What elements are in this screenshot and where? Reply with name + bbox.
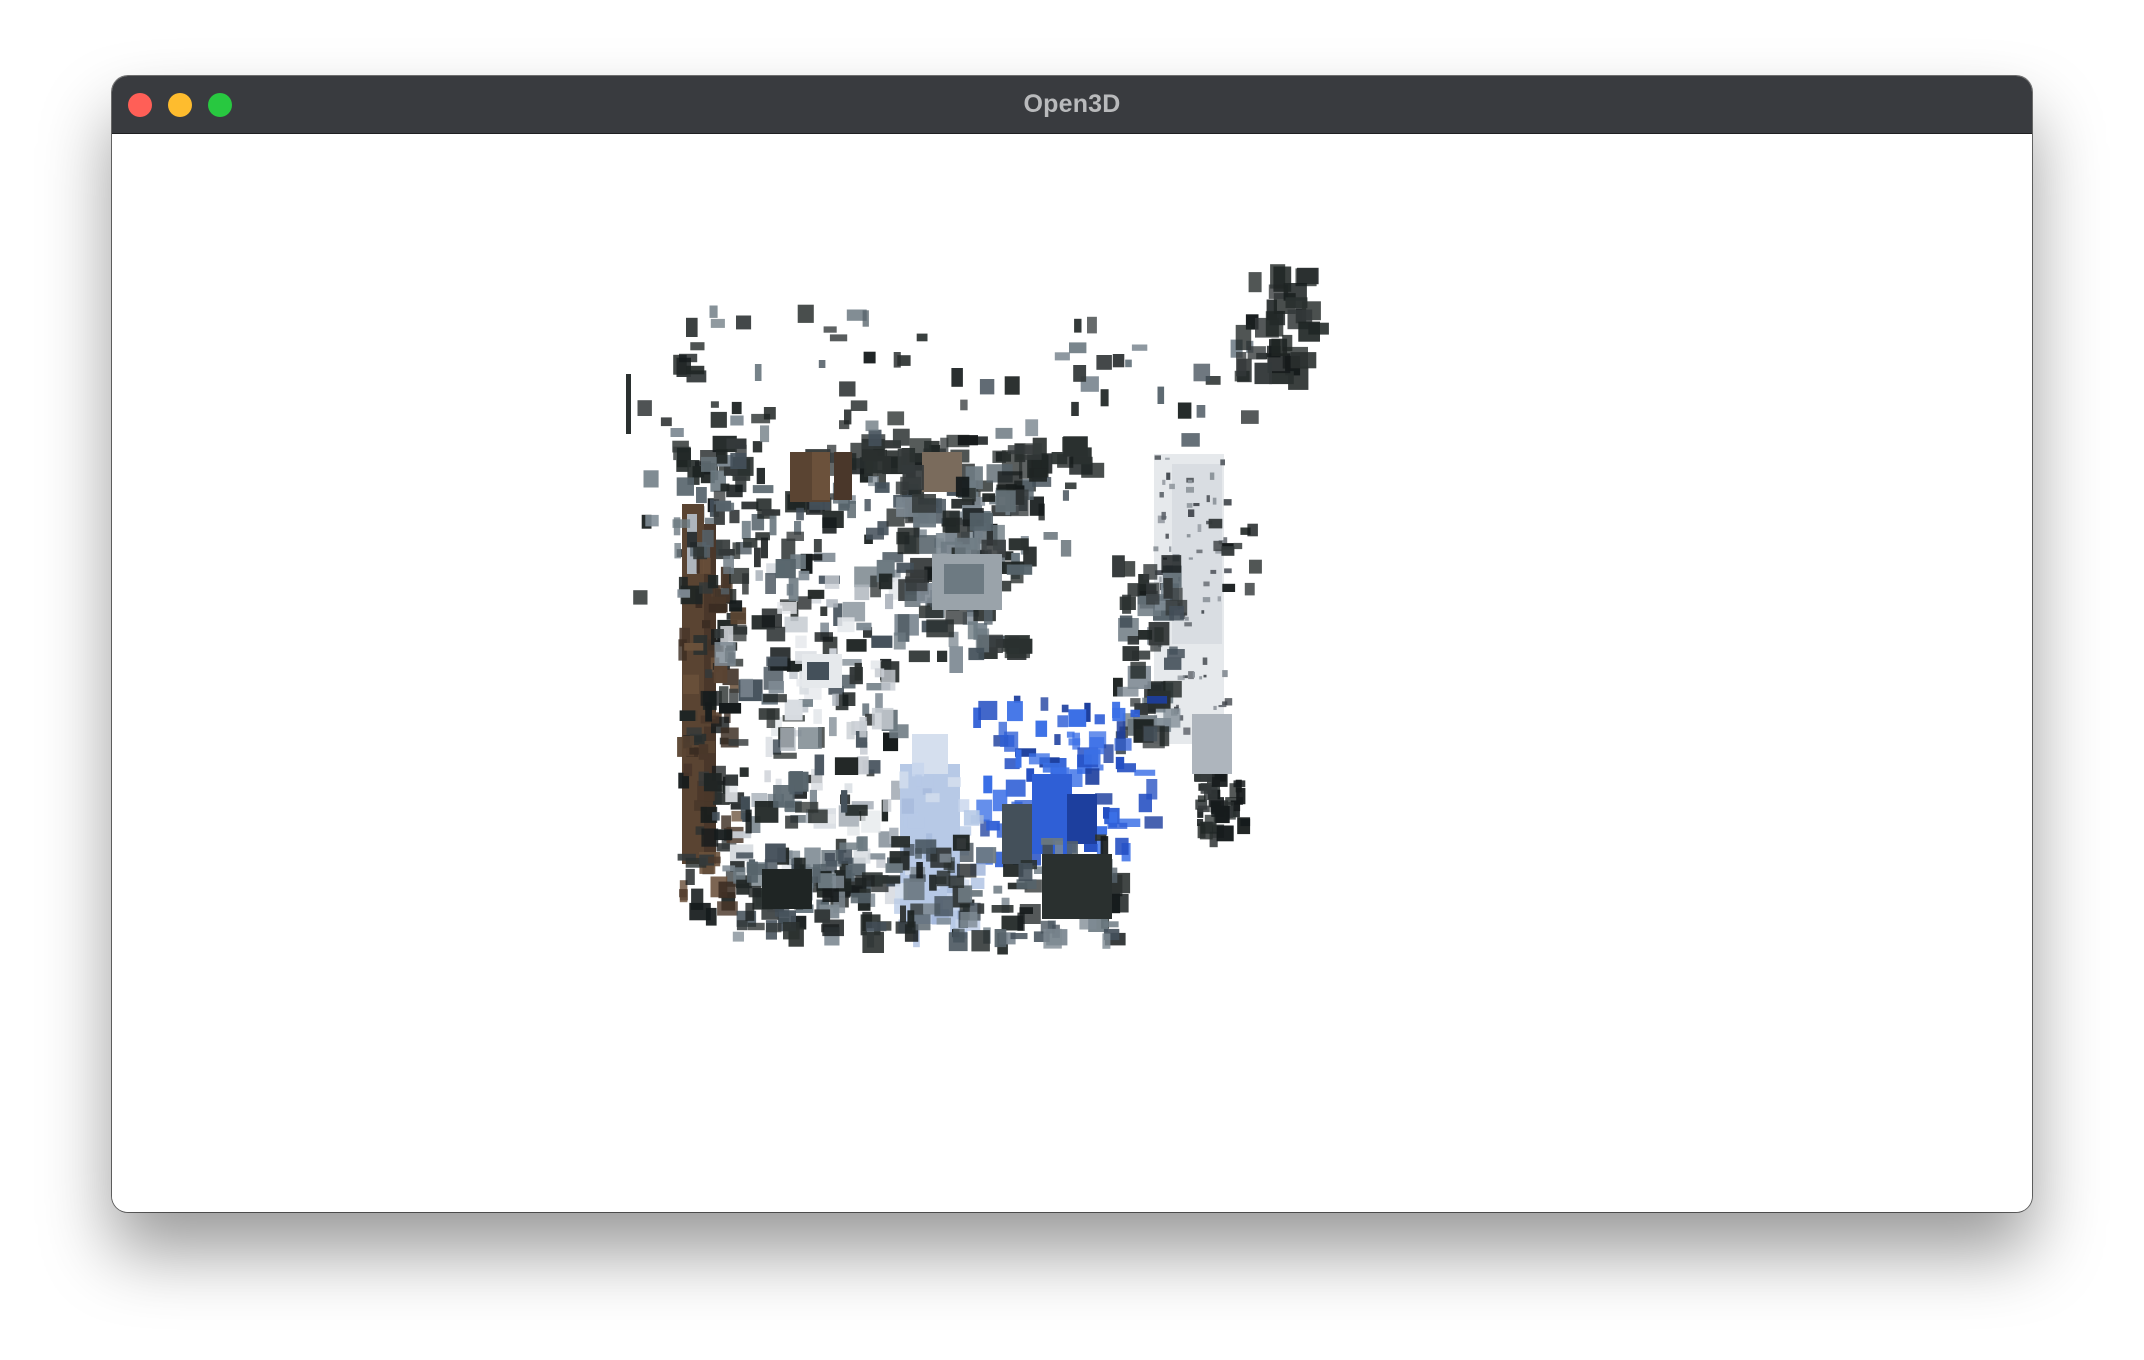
3d-viewport[interactable] [112, 134, 2032, 1212]
point-cloud-render [626, 264, 1329, 955]
window-title: Open3D [1023, 90, 1121, 118]
title-bar[interactable]: Open3D [112, 76, 2032, 134]
open3d-window: Open3D [112, 76, 2032, 1212]
